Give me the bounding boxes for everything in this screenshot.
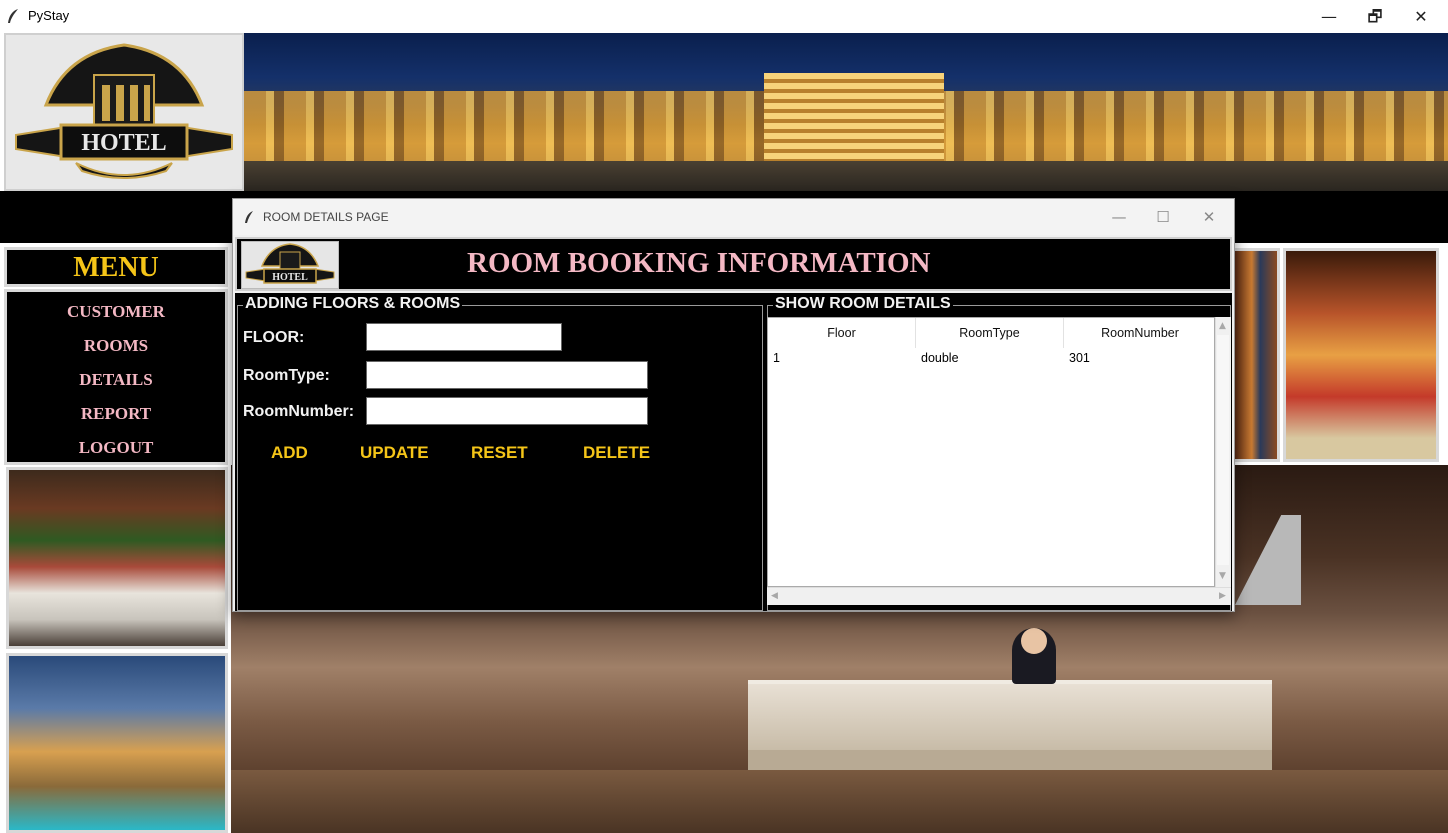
dining-hall-image (1283, 248, 1439, 462)
minimize-button[interactable]: — (1306, 4, 1352, 30)
hotel-banner-image (244, 33, 1448, 191)
column-header-floor[interactable]: Floor (768, 318, 916, 348)
scroll-up-arrow-icon[interactable]: ▲ (1219, 321, 1226, 331)
menu-list: CUSTOMER ROOMS DETAILS REPORT LOGOUT (4, 289, 228, 465)
hotel-logo-icon: HOTEL (15, 43, 233, 179)
floor-input[interactable] (366, 323, 562, 351)
lobby-receptionist-face (1021, 628, 1047, 654)
table-row[interactable]: 1 double 301 (768, 348, 1214, 368)
scroll-right-arrow-icon[interactable]: ▶ (1219, 591, 1226, 601)
roomnumber-label: RoomNumber: (243, 403, 355, 420)
restaurant-courtyard-image (6, 467, 228, 649)
main-title-bar: PyStay — 🗗 ✕ (0, 0, 1448, 33)
pool-resort-image (6, 653, 228, 833)
feather-icon (245, 211, 253, 223)
menu-item-details[interactable]: DETAILS (7, 370, 225, 390)
dialog-logo-text: HOTEL (272, 272, 308, 283)
scroll-down-arrow-icon[interactable]: ▼ (1219, 571, 1226, 581)
column-header-roomnumber[interactable]: RoomNumber (1064, 318, 1214, 348)
cell-roomnumber: 301 (1069, 351, 1090, 365)
roomtype-input[interactable] (366, 361, 648, 389)
lobby-floor (231, 770, 1448, 833)
menu-item-customer[interactable]: CUSTOMER (7, 302, 225, 322)
dialog-close-button[interactable]: ✕ (1189, 205, 1229, 229)
dialog-maximize-button[interactable]: ☐ (1143, 205, 1183, 229)
cell-floor: 1 (773, 351, 780, 365)
menu-item-rooms[interactable]: ROOMS (7, 336, 225, 356)
roomtype-label: RoomType: (243, 367, 330, 384)
dialog-title: ROOM DETAILS PAGE (263, 210, 389, 224)
lobby-reception-desk (748, 680, 1272, 750)
menu-heading: MENU (4, 247, 228, 287)
floor-label: FLOOR: (243, 329, 305, 346)
add-button[interactable]: ADD (271, 443, 308, 463)
bar-image (1232, 248, 1280, 462)
app-title: PyStay (28, 8, 70, 23)
restore-button[interactable]: 🗗 (1352, 4, 1398, 30)
room-details-dialog: ROOM DETAILS PAGE — ☐ ✕ HOTEL ROOM BOOKI… (232, 198, 1235, 612)
table-horizontal-scrollbar[interactable] (767, 587, 1231, 605)
update-button[interactable]: UPDATE (360, 443, 429, 463)
dialog-title-bar: ROOM DETAILS PAGE — ☐ ✕ (233, 199, 1234, 235)
column-header-roomtype[interactable]: RoomType (916, 318, 1064, 348)
table-vertical-scroll-thumb[interactable] (1217, 335, 1229, 565)
cell-roomtype: double (921, 351, 959, 365)
logo-text: HOTEL (81, 130, 166, 156)
close-button[interactable]: ✕ (1398, 4, 1444, 30)
scroll-left-arrow-icon[interactable]: ◀ (771, 591, 778, 601)
menu-heading-text: MENU (73, 252, 159, 283)
hotel-logo: HOTEL (4, 33, 244, 191)
form-frame-title: ADDING FLOORS & ROOMS (243, 295, 463, 313)
roomnumber-input[interactable] (366, 397, 648, 425)
dialog-minimize-button[interactable]: — (1099, 205, 1139, 229)
dialog-heading: ROOM BOOKING INFORMATION (467, 247, 931, 279)
dialog-header: HOTEL ROOM BOOKING INFORMATION (235, 237, 1232, 291)
table-frame-title: SHOW ROOM DETAILS (773, 295, 953, 313)
reset-button[interactable]: RESET (471, 443, 528, 463)
feather-icon (8, 9, 18, 23)
dialog-hotel-logo: HOTEL (241, 241, 339, 289)
room-details-table[interactable]: Floor RoomType RoomNumber 1 double 301 (767, 317, 1215, 587)
menu-item-logout[interactable]: LOGOUT (7, 438, 225, 458)
menu-item-report[interactable]: REPORT (7, 404, 225, 424)
delete-button[interactable]: DELETE (583, 443, 650, 463)
hotel-logo-small-icon: HOTEL (245, 243, 335, 284)
lobby-reception-desk-base (748, 750, 1272, 770)
